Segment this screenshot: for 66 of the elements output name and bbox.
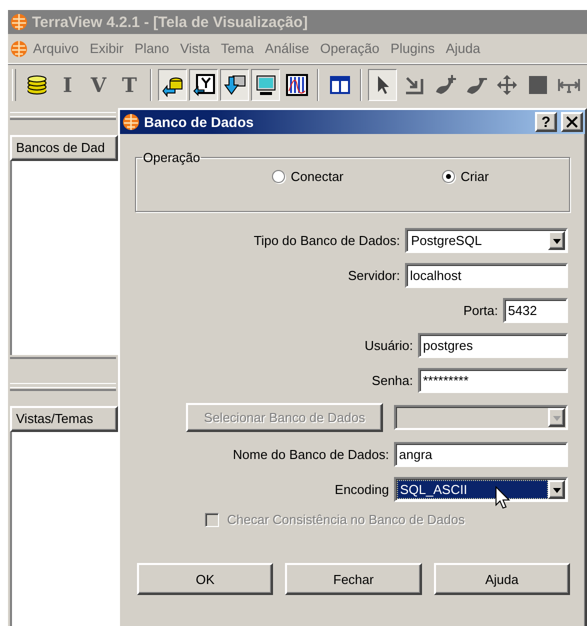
panel-grip[interactable]	[10, 383, 116, 391]
field-label: Porta:	[463, 303, 498, 318]
menu-item[interactable]: Tema	[216, 41, 260, 56]
move-icon[interactable]	[494, 73, 518, 97]
field-label: Nome do Banco de Dados:	[232, 447, 389, 462]
radio-label: Criar	[460, 169, 489, 184]
field-label: Usuário:	[364, 338, 413, 353]
toolbar-button[interactable]: V	[84, 69, 113, 101]
app-menu-icon	[10, 40, 28, 58]
monitor-icon[interactable]	[254, 73, 278, 97]
toolbar-button[interactable]: T	[115, 69, 144, 101]
panel-grip[interactable]	[10, 112, 116, 120]
close-icon	[566, 116, 578, 128]
menu-item[interactable]: Plugins	[385, 41, 441, 56]
dropdown-value: PostgreSQL	[410, 232, 483, 250]
dropdown[interactable]: PostgreSQL	[405, 228, 568, 253]
radio-label: Conectar	[290, 169, 344, 184]
app-logo-icon	[10, 13, 28, 31]
toolbar-button[interactable]	[220, 69, 249, 101]
input-field[interactable]: angra	[394, 442, 568, 467]
toolbar-button[interactable]	[158, 69, 187, 101]
input-field[interactable]: *********	[418, 368, 568, 393]
panel-header: Bancos de Dad	[10, 135, 118, 161]
menu-item[interactable]: Exibir	[84, 41, 130, 56]
table-arrow-icon[interactable]	[192, 73, 216, 97]
menu-item[interactable]: Vista	[175, 41, 216, 56]
menu-item[interactable]: Ajuda	[440, 41, 486, 56]
chart-icon[interactable]	[284, 73, 308, 97]
field-label: Senha:	[372, 373, 413, 388]
toolbar-button[interactable]	[251, 69, 280, 101]
field-label: Encoding	[334, 482, 389, 497]
panel-header: Vistas/Temas	[10, 406, 118, 432]
dropdown-value: SQL_ASCII	[397, 480, 548, 499]
mouse-cursor-icon	[495, 486, 511, 510]
down-arrow-icon[interactable]	[222, 73, 246, 97]
input-field[interactable]: 5432	[503, 298, 568, 323]
dialog-button[interactable]: Ajuda	[434, 563, 570, 595]
menu-item[interactable]: Operação	[315, 41, 386, 56]
radio-option[interactable]: Criar	[442, 169, 489, 184]
field-label: Servidor:	[348, 268, 400, 283]
toolbar-button[interactable]: I	[53, 69, 82, 101]
menu-item[interactable]: Plano	[130, 41, 176, 56]
window-title: TerraView 4.2.1 - [Tela de Visualização]	[32, 14, 308, 30]
dialog-title: Banco de Dados	[144, 114, 255, 130]
dropdown[interactable]: SQL_ASCII	[394, 477, 568, 502]
square-icon[interactable]	[526, 74, 548, 96]
field-label: Tipo do Banco de Dados:	[254, 233, 400, 248]
input-field[interactable]: postgres	[418, 333, 568, 358]
dialog-button[interactable]: OK	[137, 563, 274, 595]
radio-button[interactable]	[272, 170, 285, 183]
menu-item[interactable]: Arquivo	[28, 41, 85, 56]
close-button[interactable]	[561, 112, 583, 132]
toolbar-button[interactable]	[368, 69, 397, 101]
help-button[interactable]: ?	[535, 112, 557, 132]
panel-icon[interactable]	[328, 74, 350, 96]
checkbox-label: Checar Consistência no Banco de Dados	[227, 512, 465, 527]
input-field[interactable]: localhost	[405, 263, 568, 288]
dialog-button[interactable]: Fechar	[285, 563, 422, 595]
radio-button[interactable]	[442, 170, 455, 183]
toolbar-button[interactable]	[189, 69, 218, 101]
dropdown[interactable]	[394, 405, 568, 430]
menu-item[interactable]: Análise	[260, 41, 316, 56]
database-icon[interactable]	[24, 73, 48, 97]
group-legend: Operação	[142, 150, 202, 165]
radio-option[interactable]: Conectar	[272, 169, 344, 184]
dialog-logo-icon	[122, 113, 140, 131]
